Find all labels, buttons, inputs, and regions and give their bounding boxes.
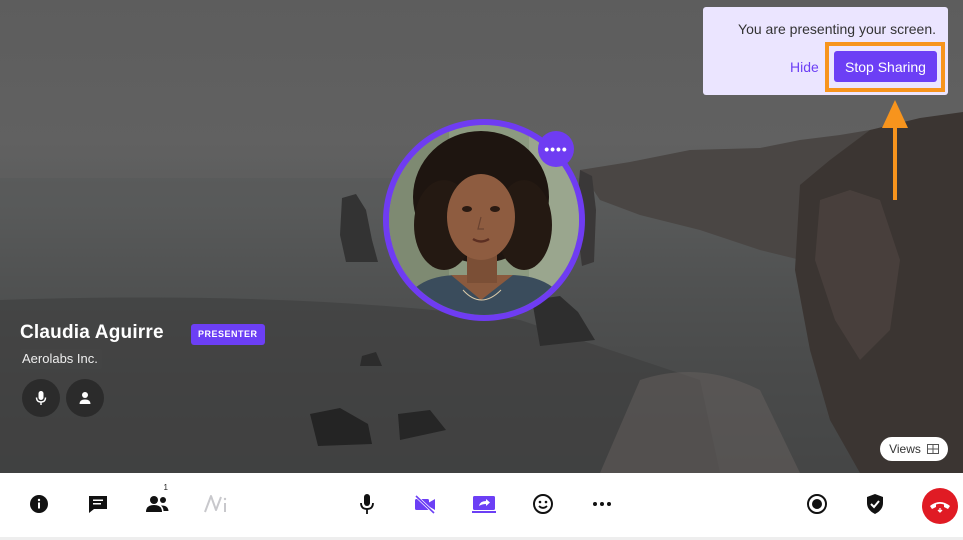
record-icon — [807, 494, 827, 514]
screen-share-button[interactable] — [467, 487, 501, 521]
chat-button[interactable] — [81, 487, 115, 521]
presenter-mic-button[interactable] — [22, 379, 60, 417]
views-label: Views — [889, 442, 921, 456]
more-icon — [593, 502, 611, 506]
screen-share-icon — [472, 496, 496, 513]
reactions-button[interactable] — [526, 487, 560, 521]
security-shield-icon — [867, 494, 883, 514]
participants-count: 1 — [163, 483, 168, 492]
camera-toggle-button[interactable] — [408, 487, 442, 521]
end-call-icon — [930, 502, 950, 513]
emoji-icon — [533, 494, 553, 514]
participants-button[interactable]: 1 — [140, 483, 174, 521]
chat-icon — [89, 496, 107, 513]
info-icon — [30, 495, 48, 513]
avatar-more-button[interactable]: •••• — [538, 131, 574, 167]
pointer-arrow — [882, 100, 908, 200]
end-call-button[interactable] — [922, 488, 958, 524]
participants-icon — [146, 496, 169, 512]
microphone-icon — [360, 494, 374, 514]
record-button[interactable] — [800, 487, 834, 521]
whiteboard-icon — [204, 495, 227, 513]
info-button[interactable] — [22, 487, 56, 521]
person-icon — [79, 392, 91, 404]
security-button[interactable] — [858, 487, 892, 521]
presenter-badge: PRESENTER — [191, 324, 265, 345]
whiteboard-button[interactable] — [199, 487, 233, 521]
presenter-company: Aerolabs Inc. — [20, 349, 102, 369]
presenter-profile-button[interactable] — [66, 379, 104, 417]
presenter-name: Claudia Aguirre — [20, 322, 164, 343]
stop-sharing-highlight — [825, 42, 945, 92]
microphone-button[interactable] — [350, 487, 384, 521]
views-button[interactable]: Views — [880, 437, 948, 461]
hide-button[interactable]: Hide — [790, 59, 819, 75]
more-button[interactable] — [585, 487, 619, 521]
meeting-toolbar: 1 — [0, 473, 963, 537]
microphone-icon — [35, 391, 47, 405]
grid-icon — [926, 444, 939, 454]
camera-off-icon — [414, 494, 436, 514]
notification-message: You are presenting your screen. — [738, 21, 936, 37]
